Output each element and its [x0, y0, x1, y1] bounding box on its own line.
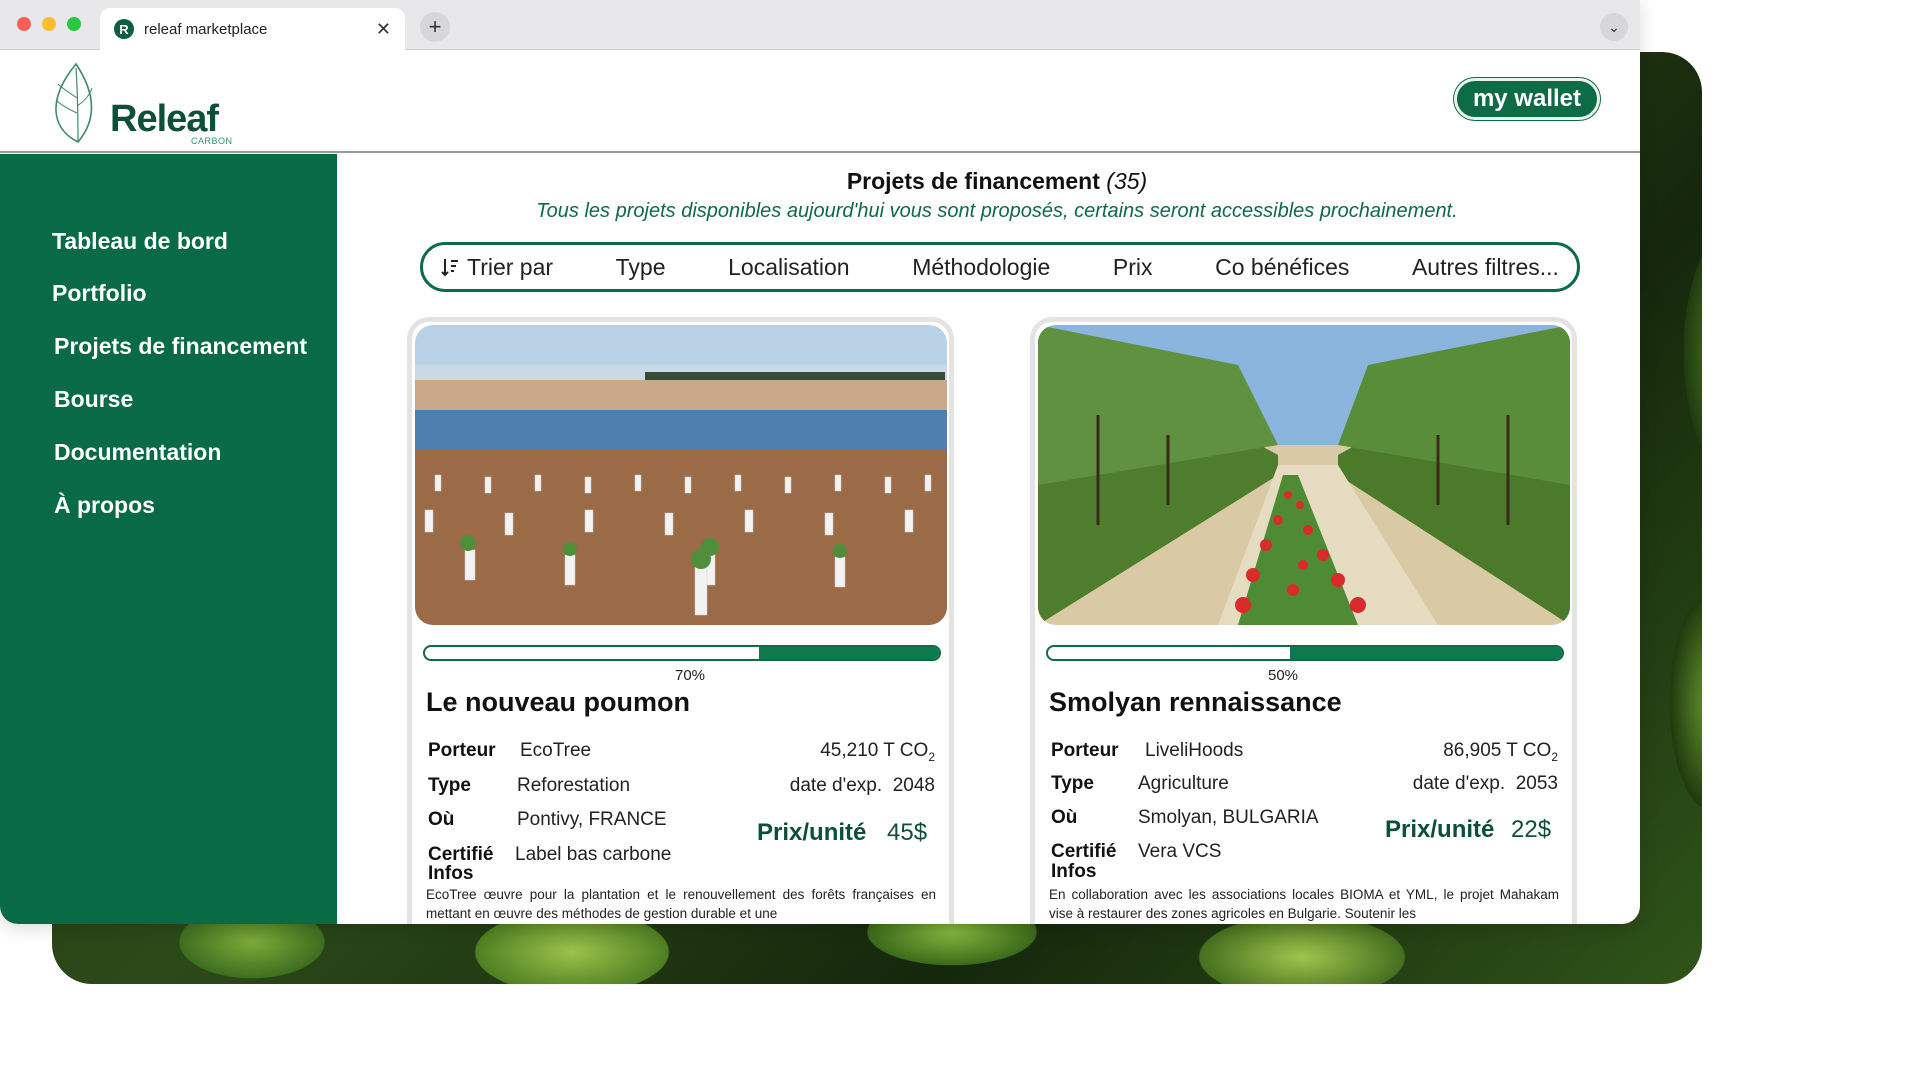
tab-title: releaf marketplace	[144, 20, 268, 38]
sidebar-item-documentation[interactable]: Documentation	[54, 439, 221, 466]
filter-co-benefices[interactable]: Co bénéfices	[1215, 254, 1349, 281]
sidebar-item-a-propos[interactable]: À propos	[54, 492, 155, 519]
expiry-label: date d'exp.	[789, 775, 883, 796]
type-value: Agriculture	[1138, 773, 1229, 794]
browser-tab-bar: R releaf marketplace ✕ + ⌄	[0, 0, 1640, 50]
new-tab-button[interactable]: +	[420, 12, 450, 42]
certifie-value: Label bas carbone	[515, 844, 672, 865]
project-card[interactable]: 50% Smolyan rennaissance Porteur LiveliH…	[1030, 317, 1577, 924]
favicon-icon: R	[114, 19, 134, 39]
maximize-window-button[interactable]	[67, 17, 81, 31]
co2-text: 86,905 T CO	[1443, 740, 1552, 761]
sort-label: Trier par	[467, 253, 554, 280]
co2-subscript: 2	[928, 749, 935, 764]
location-value: Pontivy, FRANCE	[517, 809, 667, 830]
porteur-label: Porteur	[1051, 740, 1119, 761]
certifie-label: Certifié	[1051, 841, 1117, 862]
project-image-reforestation	[415, 325, 947, 625]
project-count: (35)	[1106, 168, 1148, 194]
price-label: Prix/unité	[757, 819, 867, 846]
close-window-button[interactable]	[17, 17, 31, 31]
project-description: En collaboration avec les associations l…	[1049, 887, 1559, 921]
sidebar-item-tableau-de-bord[interactable]: Tableau de bord	[52, 228, 228, 255]
page-title-text: Projets de financement	[846, 168, 1100, 194]
location-label: Où	[1051, 807, 1078, 828]
logo-wordmark: Releaf	[110, 98, 219, 140]
filter-methodologie[interactable]: Méthodologie	[912, 254, 1050, 281]
funding-progress-bar	[1046, 645, 1564, 661]
close-tab-icon[interactable]: ✕	[376, 19, 391, 40]
sidebar-item-bourse[interactable]: Bourse	[54, 386, 133, 413]
logo-subtitle: CARBON	[191, 136, 233, 146]
expiry-date: date d'exp. 2048	[790, 775, 935, 797]
price-value: 22$	[1511, 816, 1552, 843]
sort-icon	[441, 259, 458, 277]
funding-progress-label: 50%	[1268, 667, 1299, 684]
infos-label: Infos	[1051, 861, 1097, 882]
minimize-window-button[interactable]	[42, 17, 56, 31]
price-value: 45$	[887, 819, 928, 846]
location-value: Smolyan, BULGARIA	[1138, 807, 1319, 828]
type-label: Type	[1051, 773, 1094, 794]
browser-tab[interactable]: R releaf marketplace ✕	[100, 8, 405, 50]
project-title[interactable]: Smolyan rennaissance	[1049, 687, 1342, 718]
co2-value: 86,905 T CO2	[1443, 740, 1558, 764]
porteur-value: LiveliHoods	[1145, 740, 1244, 761]
page-title: Projets de financement (35)	[337, 168, 1640, 195]
funding-progress-label: 70%	[675, 667, 706, 684]
funding-progress-bar	[423, 645, 941, 661]
main-content: Projets de financement (35) Tous les pro…	[337, 154, 1640, 924]
expiry-value: 2048	[892, 775, 935, 796]
filter-prix[interactable]: Prix	[1113, 254, 1153, 281]
type-value: Reforestation	[517, 775, 631, 796]
filter-type[interactable]: Type	[616, 254, 666, 281]
infos-label: Infos	[428, 863, 474, 884]
filter-autres[interactable]: Autres filtres...	[1412, 254, 1559, 281]
project-card[interactable]: 70% Le nouveau poumon Porteur EcoTree 45…	[407, 317, 954, 924]
porteur-value: EcoTree	[520, 740, 592, 761]
sidebar: Tableau de bord Portfolio Projets de fin…	[0, 154, 337, 924]
expiry-value: 2053	[1515, 773, 1558, 794]
sort-button[interactable]: Trier par	[441, 254, 553, 281]
project-description: EcoTree œuvre pour la plantation et le r…	[426, 887, 936, 921]
sidebar-item-portfolio[interactable]: Portfolio	[52, 280, 147, 307]
co2-text: 45,210 T CO	[820, 740, 929, 761]
filter-localisation[interactable]: Localisation	[728, 254, 849, 281]
sidebar-item-projets-de-financement[interactable]: Projets de financement	[54, 333, 307, 360]
project-title[interactable]: Le nouveau poumon	[426, 687, 690, 718]
funding-progress-fill	[1289, 647, 1562, 659]
expiry-date: date d'exp. 2053	[1413, 773, 1558, 795]
filter-bar: Trier par Type Localisation Méthodologie…	[420, 242, 1580, 292]
co2-subscript: 2	[1551, 749, 1558, 764]
porteur-label: Porteur	[428, 740, 496, 761]
expiry-label: date d'exp.	[1412, 773, 1506, 794]
browser-window: R releaf marketplace ✕ + ⌄ Releaf CARBON…	[0, 0, 1640, 924]
type-label: Type	[428, 775, 471, 796]
releaf-logo[interactable]: Releaf CARBON	[48, 58, 232, 146]
site-header: Releaf CARBON my wallet	[0, 50, 1640, 153]
certifie-value: Vera VCS	[1138, 841, 1222, 862]
my-wallet-button[interactable]: my wallet	[1453, 78, 1600, 120]
project-image-vineyard	[1038, 325, 1570, 625]
tab-menu-chevron-icon[interactable]: ⌄	[1600, 13, 1628, 41]
location-label: Où	[428, 809, 455, 830]
page-subtitle: Tous les projets disponibles aujourd'hui…	[536, 200, 1458, 222]
funding-progress-fill	[759, 647, 939, 659]
price-label: Prix/unité	[1385, 816, 1495, 843]
co2-value: 45,210 T CO2	[820, 740, 935, 764]
